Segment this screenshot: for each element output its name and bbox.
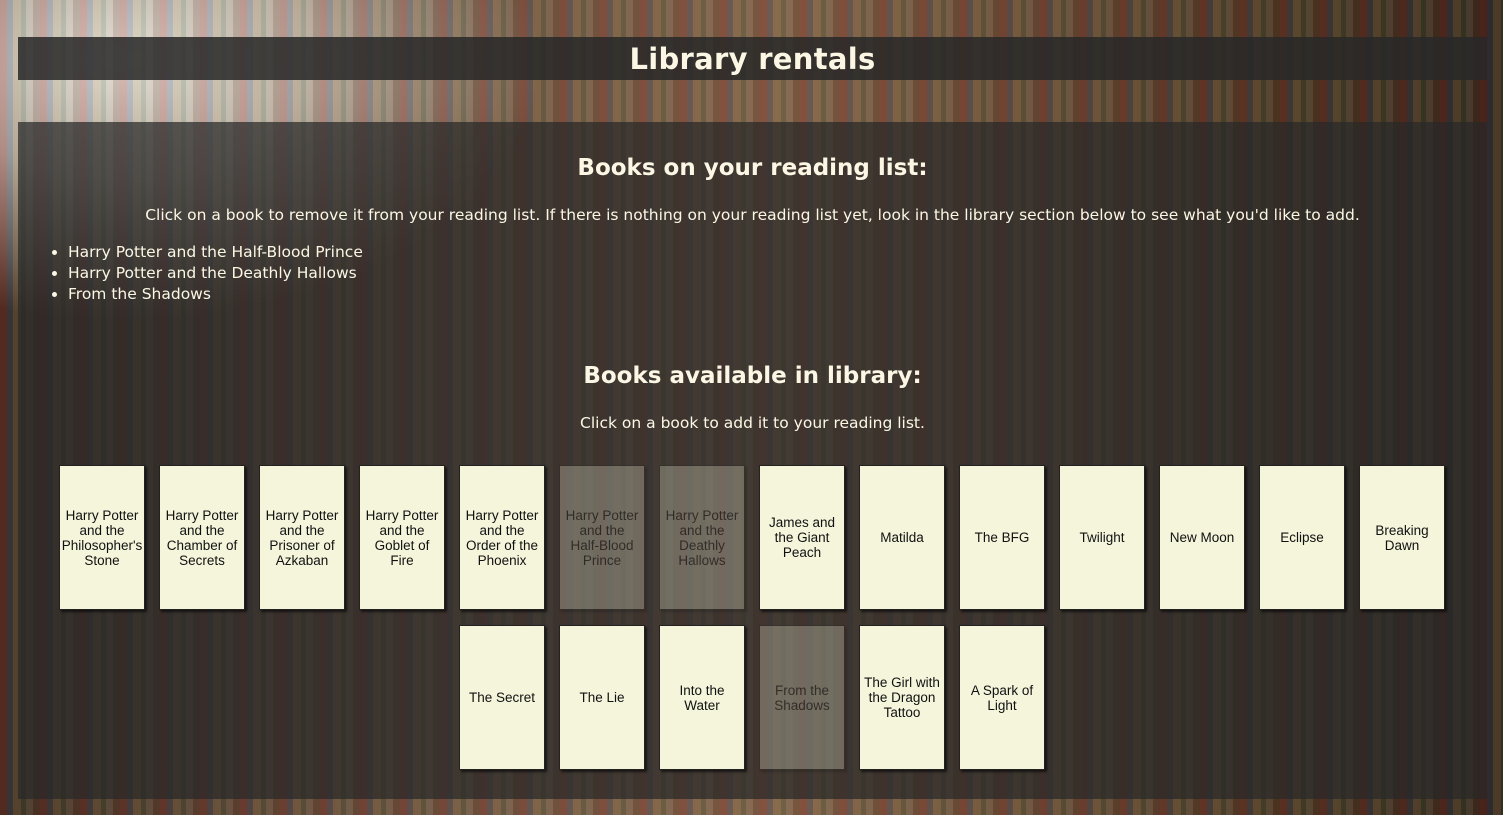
book-title: Harry Potter and the Half-Blood Prince: [565, 507, 639, 568]
library-instruction: Click on a book to add it to your readin…: [580, 414, 925, 432]
book-card[interactable]: Harry Potter and the Philosopher's Stone: [59, 465, 145, 610]
book-card[interactable]: Matilda: [859, 465, 945, 610]
book-card[interactable]: James and the Giant Peach: [759, 465, 845, 610]
book-card[interactable]: Harry Potter and the Order of the Phoeni…: [459, 465, 545, 610]
book-title: Twilight: [1079, 530, 1125, 545]
reading-list-item[interactable]: From the Shadows: [68, 284, 363, 305]
book-card[interactable]: Harry Potter and the Goblet of Fire: [359, 465, 445, 610]
page-header: Library rentals: [18, 37, 1487, 80]
book-title: The Lie: [579, 690, 625, 705]
book-card-unavailable: Harry Potter and the Deathly Hallows: [659, 465, 745, 610]
book-card[interactable]: Harry Potter and the Prisoner of Azkaban: [259, 465, 345, 610]
book-card[interactable]: Into the Water: [659, 625, 745, 770]
book-card[interactable]: Breaking Dawn: [1359, 465, 1445, 610]
book-title: Breaking Dawn: [1375, 522, 1429, 553]
reading-list-heading: Books on your reading list:: [577, 155, 928, 181]
book-title: Harry Potter and the Chamber of Secrets: [165, 507, 239, 568]
reading-list-instruction: Click on a book to remove it from your r…: [145, 206, 1360, 224]
book-title: New Moon: [1169, 530, 1235, 545]
page-title: Library rentals: [629, 41, 876, 76]
reading-list-item[interactable]: Harry Potter and the Deathly Hallows: [68, 263, 363, 284]
book-title: Into the Water: [679, 682, 725, 713]
book-title: Harry Potter and the Prisoner of Azkaban: [265, 507, 339, 568]
book-title: The Secret: [468, 690, 536, 705]
book-card[interactable]: The Lie: [559, 625, 645, 770]
book-card[interactable]: New Moon: [1159, 465, 1245, 610]
reading-list-item[interactable]: Harry Potter and the Half-Blood Prince: [68, 242, 363, 263]
book-title: The BFG: [974, 530, 1030, 545]
book-title: Harry Potter and the Order of the Phoeni…: [465, 507, 539, 568]
book-card[interactable]: The BFG: [959, 465, 1045, 610]
reading-list: Harry Potter and the Half-Blood Prince H…: [48, 242, 363, 305]
book-card[interactable]: The Girl with the Dragon Tattoo: [859, 625, 945, 770]
library-heading: Books available in library:: [583, 363, 922, 389]
main-panel: Books on your reading list: Click on a b…: [18, 122, 1487, 799]
book-title: The Girl with the Dragon Tattoo: [864, 675, 940, 720]
book-card[interactable]: A Spark of Light: [959, 625, 1045, 770]
book-title: Harry Potter and the Philosopher's Stone: [61, 507, 143, 568]
book-title: Eclipse: [1280, 530, 1324, 545]
book-card[interactable]: Twilight: [1059, 465, 1145, 610]
book-title: Harry Potter and the Deathly Hallows: [665, 507, 739, 568]
book-card[interactable]: Harry Potter and the Chamber of Secrets: [159, 465, 245, 610]
book-title: Harry Potter and the Goblet of Fire: [365, 507, 439, 568]
book-card[interactable]: Eclipse: [1259, 465, 1345, 610]
book-title: James and the Giant Peach: [768, 515, 836, 560]
book-card-unavailable: Harry Potter and the Half-Blood Prince: [559, 465, 645, 610]
book-title: From the Shadows: [774, 682, 830, 713]
book-title: A Spark of Light: [970, 682, 1034, 713]
book-title: Matilda: [880, 530, 924, 545]
book-card[interactable]: The Secret: [459, 625, 545, 770]
book-card-unavailable: From the Shadows: [759, 625, 845, 770]
